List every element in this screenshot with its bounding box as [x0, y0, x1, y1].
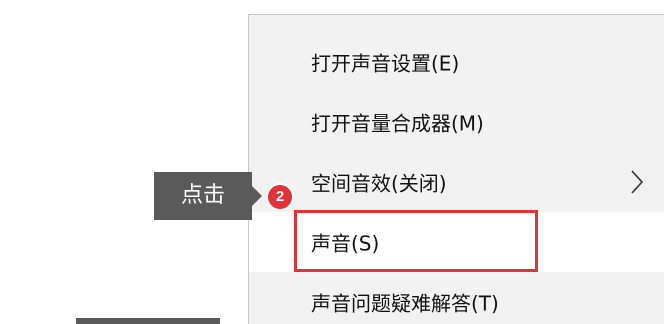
taskbar-fragment [76, 318, 220, 324]
menu-item-troubleshoot-sound[interactable]: 声音问题疑难解答(T) [249, 272, 664, 324]
chevron-right-icon [631, 170, 644, 194]
instruction-callout: 点击 [154, 172, 262, 220]
highlight-box [294, 210, 538, 272]
screenshot-stage: 打开声音设置(E) 打开音量合成器(M) 空间音效(关闭) 声音(S) 声音问题… [0, 0, 664, 324]
menu-item-label: 打开声音设置(E) [311, 51, 460, 76]
menu-item-open-sound-settings[interactable]: 打开声音设置(E) [249, 32, 664, 92]
step-number-badge: 2 [266, 183, 294, 211]
callout-text: 点击 [180, 183, 225, 208]
menu-item-label: 声音问题疑难解答(T) [311, 291, 499, 316]
menu-item-label: 空间音效(关闭) [311, 171, 447, 196]
sound-context-menu: 打开声音设置(E) 打开音量合成器(M) 空间音效(关闭) 声音(S) 声音问题… [248, 14, 664, 324]
menu-item-open-volume-mixer[interactable]: 打开音量合成器(M) [249, 92, 664, 152]
menu-item-spatial-sound[interactable]: 空间音效(关闭) [249, 152, 664, 212]
menu-item-label: 打开音量合成器(M) [311, 111, 484, 136]
